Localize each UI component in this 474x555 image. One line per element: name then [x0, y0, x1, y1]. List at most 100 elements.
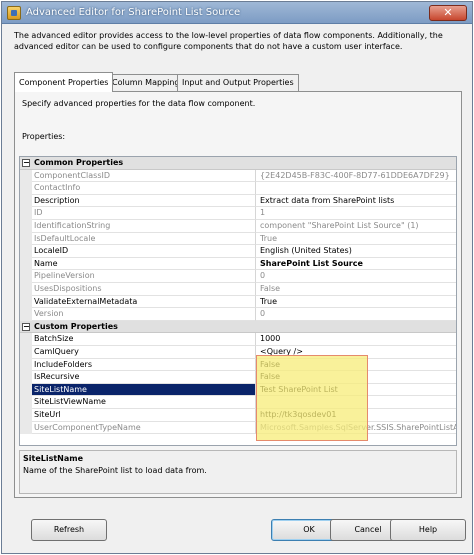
row-gutter [20, 396, 32, 409]
property-row[interactable]: UserComponentTypeName Microsoft.Samples.S… [20, 421, 456, 435]
row-gutter [20, 308, 32, 321]
property-value[interactable]: Extract data from SharePoint lists [256, 195, 456, 208]
property-row[interactable]: SiteListViewName [20, 396, 456, 409]
property-value: Microsoft.Samples.SqlServer.SSIS.SharePo… [256, 422, 456, 435]
row-gutter [20, 194, 32, 208]
row-gutter [20, 257, 32, 271]
property-row[interactable]: PipelineVersion 0 [20, 270, 456, 283]
property-grid[interactable]: − Common Properties − Custom Properties … [19, 156, 457, 446]
app-icon [7, 6, 21, 20]
property-value[interactable]: False [256, 371, 456, 384]
property-value[interactable]: 1000 [256, 333, 456, 346]
property-row[interactable]: IncludeFolders False [20, 358, 456, 372]
property-name[interactable]: LocaleID [32, 245, 256, 258]
property-name[interactable]: CamlQuery [32, 346, 256, 359]
property-row[interactable]: IdentificationString component "SharePoin… [20, 220, 456, 233]
property-value[interactable]: English (United States) [256, 245, 456, 258]
row-gutter [20, 333, 32, 346]
property-name[interactable]: SiteUrl [32, 409, 256, 422]
common-properties-category[interactable]: − Common Properties [20, 157, 456, 170]
property-row[interactable]: CamlQuery <Query /> [20, 346, 456, 359]
property-value[interactable]: <Query /> [256, 346, 456, 359]
property-row[interactable]: Name SharePoint List Source [20, 257, 456, 271]
property-description-box: SiteListName Name of the SharePoint list… [19, 450, 457, 494]
property-row[interactable]: IsRecursive False [20, 371, 456, 384]
tab-component-properties[interactable]: Component Properties [14, 72, 114, 92]
property-name[interactable]: UserComponentTypeName [32, 421, 256, 435]
property-name[interactable]: Description [32, 194, 256, 208]
property-value[interactable]: SharePoint List Source [256, 258, 456, 271]
row-gutter [20, 182, 32, 195]
property-value[interactable]: http://tk3qosdev01 [256, 409, 456, 422]
property-value: 0 [256, 270, 456, 283]
property-name[interactable]: PipelineVersion [32, 270, 256, 283]
row-gutter [20, 283, 32, 296]
property-value [256, 182, 456, 195]
row-gutter [20, 358, 32, 372]
property-name[interactable]: UsesDispositions [32, 283, 256, 296]
row-gutter [20, 346, 32, 359]
help-title: SiteListName [23, 454, 84, 463]
property-value[interactable] [256, 396, 456, 409]
property-row[interactable]: ID 1 [20, 207, 456, 220]
property-value[interactable]: Test SharePoint List [256, 384, 456, 397]
property-name[interactable]: IdentificationString [32, 220, 256, 233]
advanced-editor-window: Advanced Editor for SharePoint List Sour… [1, 1, 473, 554]
property-name[interactable]: SiteListViewName [32, 396, 256, 409]
category-label: Common Properties [34, 158, 124, 167]
row-gutter [20, 421, 32, 435]
property-value: 0 [256, 308, 456, 321]
property-name[interactable]: IsRecursive [32, 371, 256, 384]
property-value: {2E42D45B-F83C-400F-8D77-61DDE6A7DF29} [256, 170, 456, 183]
collapse-icon[interactable]: − [22, 322, 30, 331]
property-name[interactable]: Version [32, 308, 256, 321]
refresh-button[interactable]: Refresh [31, 519, 107, 541]
close-button[interactable]: ✕ [429, 5, 467, 21]
row-gutter [20, 409, 32, 422]
title-bar[interactable]: Advanced Editor for SharePoint List Sour… [2, 2, 472, 24]
editor-description: The advanced editor provides access to t… [14, 31, 443, 51]
help-button[interactable]: Help [390, 519, 466, 541]
row-gutter [20, 245, 32, 258]
row-gutter [20, 383, 32, 397]
property-name[interactable]: ComponentClassID [32, 169, 256, 183]
property-value: component "SharePoint List Source" (1) [256, 220, 456, 233]
property-row[interactable]: ValidateExternalMetadata True [20, 295, 456, 309]
property-value: False [256, 283, 456, 296]
row-gutter [20, 232, 32, 246]
row-gutter [20, 270, 32, 283]
property-row[interactable]: LocaleID English (United States) [20, 245, 456, 258]
property-value: 1 [256, 207, 456, 220]
property-row[interactable]: Version 0 [20, 308, 456, 321]
property-row[interactable]: IsDefaultLocale True [20, 232, 456, 246]
row-gutter [20, 220, 32, 233]
tab-input-output-properties[interactable]: Input and Output Properties [177, 74, 299, 91]
window-title: Advanced Editor for SharePoint List Sour… [26, 7, 241, 18]
row-gutter [20, 169, 32, 183]
property-name[interactable]: ContactInfo [32, 182, 256, 195]
property-row[interactable]: SiteUrl http://tk3qosdev01 [20, 409, 456, 422]
property-name[interactable]: ID [32, 207, 256, 220]
property-name[interactable]: SiteListName [32, 383, 256, 397]
property-name[interactable]: IsDefaultLocale [32, 232, 256, 246]
property-row[interactable]: UsesDispositions False [20, 283, 456, 296]
property-row[interactable]: SiteListName Test SharePoint List [20, 383, 456, 397]
property-row[interactable]: Description Extract data from SharePoint … [20, 194, 456, 208]
component-properties-panel: Specify advanced properties for the data… [14, 91, 462, 498]
panel-instruction: Specify advanced properties for the data… [22, 99, 256, 108]
property-name[interactable]: IncludeFolders [32, 358, 256, 372]
custom-properties-category[interactable]: − Custom Properties [20, 320, 456, 334]
property-name[interactable]: Name [32, 257, 256, 271]
property-row[interactable]: ContactInfo [20, 182, 456, 195]
property-row[interactable]: ComponentClassID {2E42D45B-F83C-400F-8D77… [20, 169, 456, 183]
property-name[interactable]: BatchSize [32, 333, 256, 346]
property-name[interactable]: ValidateExternalMetadata [32, 295, 256, 309]
property-row[interactable]: BatchSize 1000 [20, 333, 456, 346]
row-gutter [20, 371, 32, 384]
collapse-icon[interactable]: − [22, 159, 30, 167]
property-value[interactable]: False [256, 359, 456, 372]
property-value[interactable]: True [256, 296, 456, 309]
row-gutter [20, 207, 32, 220]
row-gutter [20, 295, 32, 309]
category-label: Custom Properties [34, 321, 118, 331]
